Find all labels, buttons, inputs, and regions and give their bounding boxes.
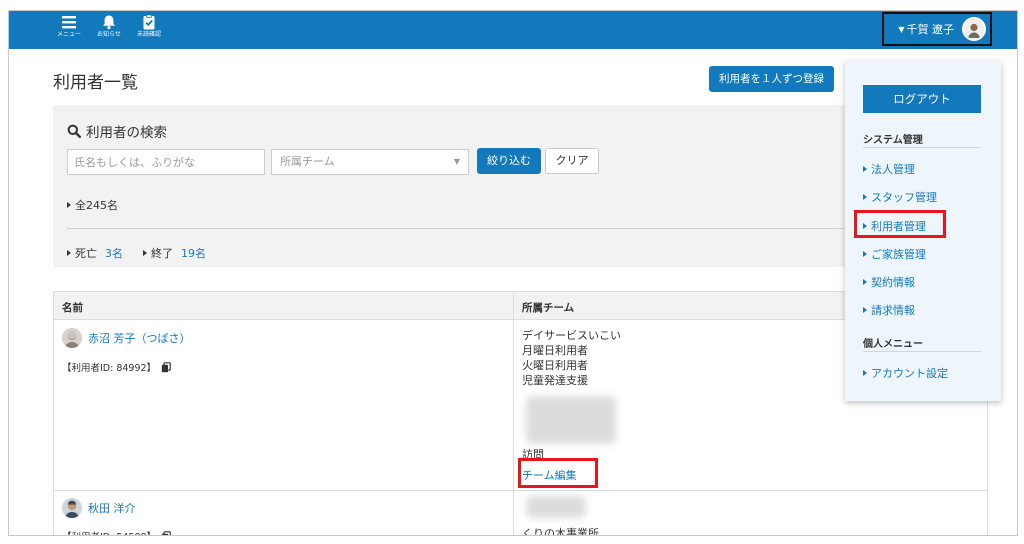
logout-button[interactable]: ログアウト xyxy=(863,85,981,113)
search-icon xyxy=(67,124,81,138)
user-name-link[interactable]: 秋田 洋介 xyxy=(88,500,136,516)
user-cell: 赤沼 芳子（つばさ） xyxy=(62,328,191,348)
caret-right-icon xyxy=(863,307,867,313)
menu-button[interactable]: メニュー xyxy=(49,14,89,39)
user-id-text: 【利用者ID: 84992】 xyxy=(62,363,157,374)
team-list: デイサービスいこい 月曜日利用者 火曜日利用者 児童発達支援 xyxy=(522,328,621,388)
user-id: 【利用者ID: 54588】 xyxy=(62,529,171,537)
page-title: 利用者一覧 xyxy=(53,73,138,93)
redacted-area xyxy=(526,496,586,518)
column-divider xyxy=(513,292,514,535)
filter-button[interactable]: 絞り込む xyxy=(477,148,541,174)
unconfirmed-label: 未読確認 xyxy=(136,31,161,38)
team-list: くりの木事業所 xyxy=(522,526,599,536)
avatar xyxy=(62,498,82,518)
row-divider xyxy=(54,490,987,491)
search-heading: 利用者の検索 xyxy=(67,121,167,141)
user-dropdown-menu: ログアウト システム管理 法人管理 スタッフ管理 利用者管理 ご家族管理 契約情… xyxy=(845,61,1001,401)
app-window: メニュー お知らせ 未読確認 ▼ 千賀 遼子 利用者一覧 利用者を１人ずつ登録 … xyxy=(8,10,1018,536)
search-title: 利用者の検索 xyxy=(86,125,167,141)
ended-label: 終了 xyxy=(151,247,173,260)
user-name: 千賀 遼子 xyxy=(906,23,955,36)
notice-label: お知らせ xyxy=(97,31,121,38)
menu-item-label: 契約情報 xyxy=(871,276,915,289)
menu-item-label: 法人管理 xyxy=(871,163,915,176)
team-item: 月曜日利用者 xyxy=(522,344,588,357)
deceased-filter: 死亡 3名 xyxy=(67,245,123,261)
menu-item-label: 請求情報 xyxy=(871,304,915,317)
highlight-box xyxy=(518,458,598,488)
team-select-placeholder: 所属チーム xyxy=(280,155,335,168)
menu-item-label: アカウント設定 xyxy=(871,367,948,380)
total-count-toggle[interactable]: 全245名 xyxy=(67,197,118,213)
team-item: くりの木事業所 xyxy=(522,527,599,536)
caret-down-icon: ▼ xyxy=(898,24,905,34)
user-id-text: 【利用者ID: 54588】 xyxy=(62,529,156,535)
menu-item-staff[interactable]: スタッフ管理 xyxy=(863,189,937,205)
menu-label: メニュー xyxy=(56,31,81,38)
avatar xyxy=(962,17,986,41)
header-team: 所属チーム xyxy=(522,302,575,314)
menu-item-family[interactable]: ご家族管理 xyxy=(863,246,926,262)
menu-item-corporation[interactable]: 法人管理 xyxy=(863,161,915,177)
user-cell: 秋田 洋介 xyxy=(62,498,136,518)
register-user-button[interactable]: 利用者を１人ずつ登録 xyxy=(709,66,834,92)
team-select[interactable]: 所属チーム ▼ xyxy=(271,149,469,175)
clipboard-check-icon xyxy=(143,14,155,30)
top-bar: メニュー お知らせ 未読確認 ▼ 千賀 遼子 xyxy=(9,11,1017,49)
caret-right-icon xyxy=(863,194,867,200)
caret-right-icon xyxy=(863,251,867,257)
clear-button[interactable]: クリア xyxy=(545,148,599,174)
menu-item-label: スタッフ管理 xyxy=(871,191,937,204)
deceased-count-link[interactable]: 3名 xyxy=(105,247,123,260)
notice-button[interactable]: お知らせ xyxy=(89,14,129,39)
total-count: 全245名 xyxy=(75,199,118,212)
team-item: 児童発達支援 xyxy=(522,374,588,387)
divider xyxy=(863,351,981,352)
redacted-area xyxy=(526,396,616,444)
status-filter-row: 死亡 3名 終了 19名 xyxy=(67,245,206,261)
menu-item-account-settings[interactable]: アカウント設定 xyxy=(863,365,948,381)
ended-filter: 終了 19名 xyxy=(143,245,206,261)
caret-right-icon xyxy=(863,166,867,172)
unconfirmed-button[interactable]: 未読確認 xyxy=(129,14,169,39)
caret-right-icon xyxy=(863,370,867,376)
copy-icon[interactable] xyxy=(161,361,171,373)
copy-icon[interactable] xyxy=(161,530,171,537)
team-item: デイサービスいこい xyxy=(522,329,621,342)
caret-right-icon xyxy=(67,202,71,208)
user-name-link[interactable]: 赤沼 芳子（つばさ） xyxy=(88,330,191,346)
personal-section-title: 個人メニュー xyxy=(863,339,923,350)
ended-count-link[interactable]: 19名 xyxy=(181,247,206,260)
team-item: 火曜日利用者 xyxy=(522,359,588,372)
menu-item-label: ご家族管理 xyxy=(871,248,926,261)
menu-item-billing[interactable]: 請求情報 xyxy=(863,302,915,318)
name-search-input[interactable] xyxy=(67,149,265,175)
divider xyxy=(863,147,981,148)
system-section-title: システム管理 xyxy=(863,135,923,146)
deceased-label: 死亡 xyxy=(75,247,97,260)
user-id: 【利用者ID: 84992】 xyxy=(62,360,171,374)
chevron-down-icon: ▼ xyxy=(453,157,460,166)
header-name: 名前 xyxy=(62,302,83,314)
user-menu-toggle[interactable]: ▼ 千賀 遼子 xyxy=(882,12,992,46)
hamburger-icon xyxy=(62,16,76,29)
bell-icon xyxy=(103,15,115,30)
avatar xyxy=(62,328,82,348)
divider xyxy=(67,228,973,229)
caret-right-icon xyxy=(863,279,867,285)
menu-item-contract[interactable]: 契約情報 xyxy=(863,274,915,290)
highlight-box xyxy=(854,210,946,238)
caret-right-icon xyxy=(143,250,147,256)
caret-right-icon xyxy=(67,250,71,256)
